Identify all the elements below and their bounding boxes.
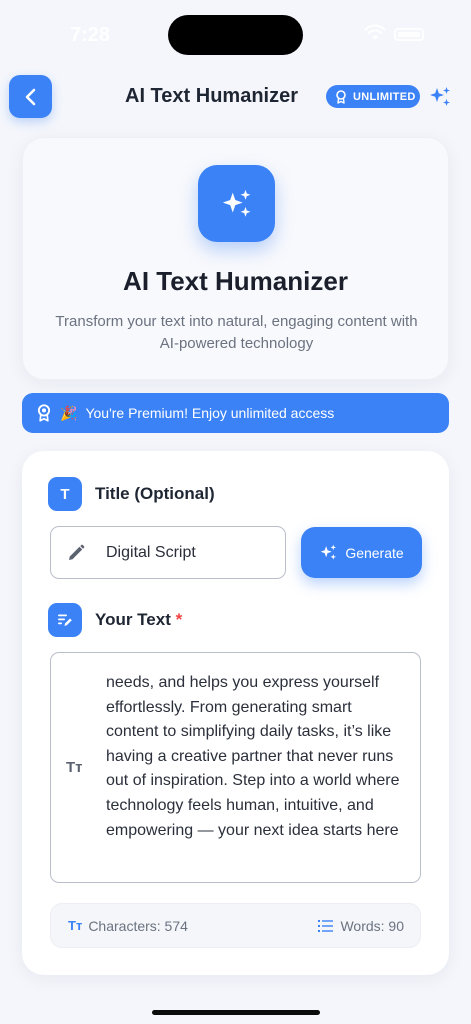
dynamic-island bbox=[168, 15, 303, 55]
title-section-label: Title (Optional) bbox=[95, 484, 215, 503]
hero-subtitle: Transform your text into natural, engagi… bbox=[55, 313, 418, 352]
award-icon bbox=[37, 404, 51, 422]
text-label: Your Text bbox=[95, 610, 171, 629]
required-mark: * bbox=[175, 610, 183, 629]
text-section-label: Your Text * bbox=[95, 610, 182, 630]
unlimited-badge: UNLIMITED bbox=[326, 85, 420, 108]
status-bar: 7:28 bbox=[0, 0, 471, 60]
characters-count: Characters: 574 bbox=[88, 917, 188, 934]
hero-icon-tile bbox=[198, 165, 275, 242]
award-icon bbox=[336, 89, 346, 104]
words-stat: Words: 90 bbox=[318, 918, 404, 934]
premium-text: You're Premium! Enjoy unlimited access bbox=[85, 405, 335, 421]
text-size-icon: Tт bbox=[68, 918, 83, 933]
text-content: needs, and helps you express yourself ef… bbox=[106, 674, 400, 839]
text-size-icon: Tт bbox=[66, 759, 83, 776]
battery-icon bbox=[394, 28, 424, 41]
words-count: Words: 90 bbox=[340, 917, 404, 934]
form-card: T Title (Optional) Digital Script Genera… bbox=[22, 451, 449, 975]
text-input-area[interactable]: Tт needs, and helps you express yourself… bbox=[50, 652, 421, 883]
pencil-icon bbox=[69, 544, 85, 560]
app-header: AI Text Humanizer UNLIMITED bbox=[0, 75, 471, 119]
list-icon bbox=[318, 919, 334, 932]
stats-bar: Tт Characters: 574 Words: 90 bbox=[50, 903, 421, 948]
back-button[interactable] bbox=[9, 75, 52, 118]
title-input[interactable]: Digital Script bbox=[50, 526, 286, 579]
home-indicator[interactable] bbox=[152, 1010, 320, 1015]
sparkles-icon bbox=[320, 544, 337, 560]
text-section-icon bbox=[48, 603, 82, 637]
title-section-icon: T bbox=[48, 477, 82, 511]
notes-edit-icon bbox=[58, 614, 72, 626]
party-emoji: 🎉 bbox=[60, 404, 78, 421]
sparkles-icon bbox=[222, 189, 250, 217]
status-time: 7:28 bbox=[70, 24, 111, 46]
wifi-icon bbox=[364, 24, 386, 40]
generate-label: Generate bbox=[345, 544, 404, 561]
sparkles-icon[interactable] bbox=[428, 85, 452, 109]
hero-card: AI Text Humanizer Transform your text in… bbox=[22, 137, 449, 380]
chevron-left-icon bbox=[25, 88, 35, 105]
badge-label: UNLIMITED bbox=[353, 90, 416, 103]
page-title: AI Text Humanizer bbox=[125, 85, 298, 107]
title-input-value: Digital Script bbox=[106, 543, 196, 561]
characters-stat: Tт Characters: 574 bbox=[68, 918, 188, 934]
hero-title: AI Text Humanizer bbox=[123, 266, 348, 296]
generate-button[interactable]: Generate bbox=[301, 527, 422, 578]
premium-banner: 🎉 You're Premium! Enjoy unlimited access bbox=[22, 393, 449, 433]
